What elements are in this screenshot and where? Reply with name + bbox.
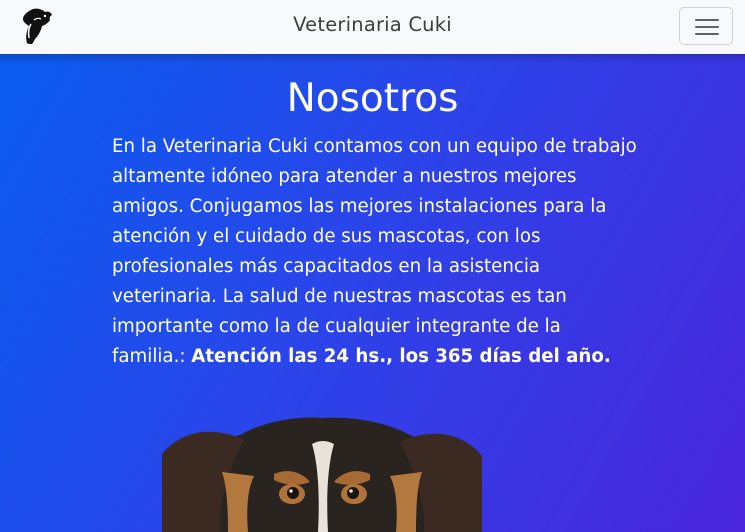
hours-highlight: Atención las 24 hs., los 365 días del añ… (191, 346, 611, 367)
about-body-text: En la Veterinaria Cuki contamos con un e… (112, 136, 637, 367)
navbar: Veterinaria Cuki (0, 0, 745, 54)
about-paragraph: En la Veterinaria Cuki contamos con un e… (112, 132, 640, 372)
brand-title[interactable]: Veterinaria Cuki (0, 13, 745, 36)
dog-photo (162, 417, 482, 532)
menu-toggle-button[interactable] (679, 7, 733, 45)
about-section: Nosotros En la Veterinaria Cuki contamos… (0, 54, 745, 532)
section-title: Nosotros (286, 76, 459, 121)
